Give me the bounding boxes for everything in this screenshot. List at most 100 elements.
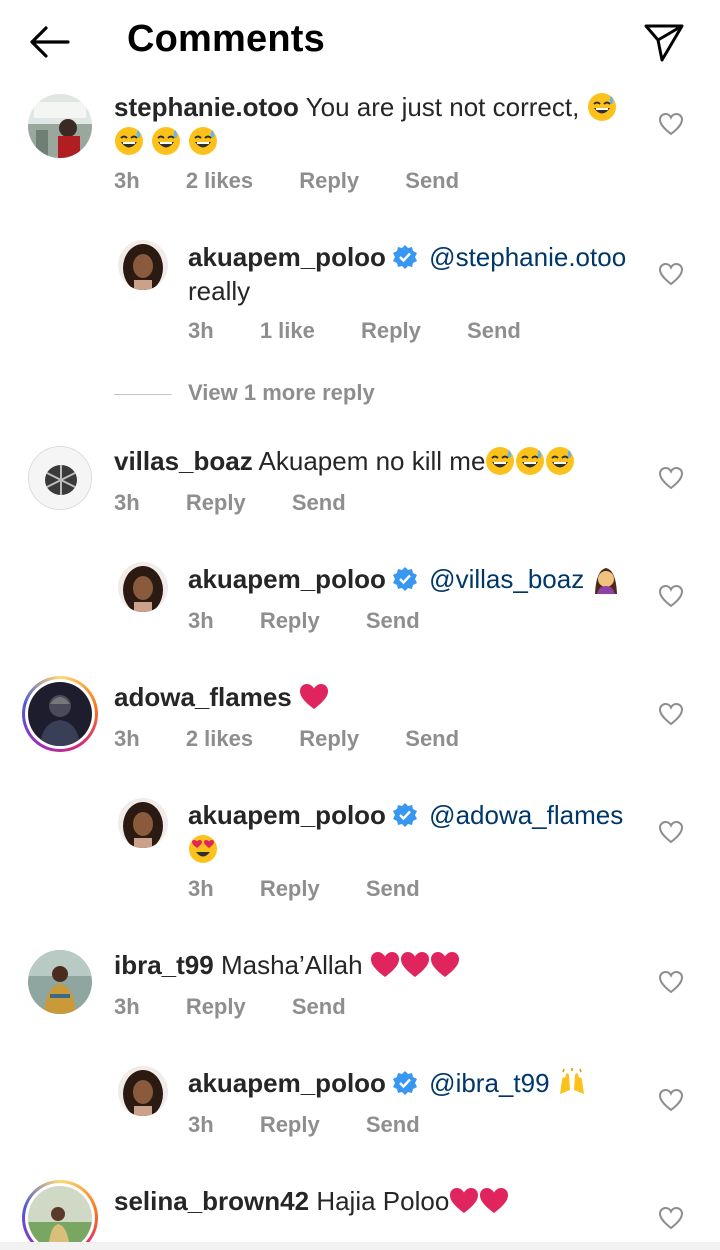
send-button[interactable]: Send: [366, 608, 420, 633]
grin-sweat-emoji: [115, 127, 143, 155]
paper-plane-icon[interactable]: [640, 18, 688, 66]
verified-badge-icon: [392, 567, 417, 591]
avatar[interactable]: [118, 562, 168, 612]
mention-link[interactable]: @stephanie.otoo: [429, 242, 626, 272]
bottom-edge: [0, 1242, 720, 1250]
ring-inner: [25, 1183, 95, 1250]
comment-time: 3h: [114, 994, 140, 1019]
raising-hands-emoji: [559, 1068, 584, 1094]
comment-time: 3h: [188, 318, 214, 343]
send-button[interactable]: Send: [292, 994, 346, 1019]
comment-username[interactable]: ibra_t99: [114, 950, 214, 980]
mention-link[interactable]: @adowa_flames: [429, 800, 623, 830]
reply-button[interactable]: Reply: [186, 994, 246, 1019]
avatar[interactable]: [118, 1066, 168, 1116]
ring-inner: [25, 679, 95, 749]
comment-body: akuapem_poloo @ibra_t99: [188, 1066, 638, 1100]
send-button[interactable]: Send: [292, 490, 346, 515]
comment-time: 3h: [114, 726, 140, 751]
arrow-left-icon[interactable]: [24, 20, 74, 64]
verified-badge-icon: [392, 803, 417, 827]
view-more-label[interactable]: View 1 more reply: [188, 380, 375, 405]
send-button[interactable]: Send: [366, 1112, 420, 1137]
comment-time: 3h: [188, 876, 214, 901]
comment-meta: 3h Reply Send: [188, 1112, 460, 1138]
comment-meta: 3h Reply Send: [114, 994, 386, 1020]
comment-username[interactable]: akuapem_poloo: [188, 564, 386, 594]
red-heart-emoji: [400, 952, 429, 977]
comment-text: Akuapem no kill me: [258, 446, 486, 476]
comment-username[interactable]: adowa_flames: [114, 682, 292, 712]
heart-outline-icon[interactable]: [658, 970, 684, 994]
comment-username[interactable]: akuapem_poloo: [188, 800, 386, 830]
reply-button[interactable]: Reply: [260, 876, 320, 901]
view-more-replies[interactable]: View 1 more reply: [114, 380, 375, 406]
grin-sweat-emoji: [546, 447, 575, 475]
mention-link[interactable]: @ibra_t99: [429, 1068, 549, 1098]
heart-outline-icon[interactable]: [658, 702, 684, 726]
reply-button[interactable]: Reply: [260, 608, 320, 633]
red-heart-emoji: [430, 952, 459, 977]
comment-text: Masha’Allah: [220, 950, 363, 980]
red-heart-emoji: [450, 1188, 479, 1213]
send-button[interactable]: Send: [366, 876, 420, 901]
avatar: [28, 682, 92, 746]
avatar[interactable]: [118, 240, 168, 290]
comment-username[interactable]: akuapem_poloo: [188, 242, 386, 272]
comment-time: 3h: [114, 168, 140, 193]
send-button[interactable]: Send: [467, 318, 521, 343]
reply-button[interactable]: Reply: [186, 490, 246, 515]
likes-count[interactable]: 1 like: [260, 318, 315, 343]
heart-outline-icon[interactable]: [658, 466, 684, 490]
reply-button[interactable]: Reply: [299, 168, 359, 193]
grin-sweat-emoji: [152, 127, 181, 155]
mention-link[interactable]: @villas_boaz: [429, 564, 584, 594]
avatar[interactable]: [28, 94, 92, 158]
comment-meta: 3h 1 like Reply Send: [188, 318, 561, 344]
red-heart-emoji: [480, 1188, 509, 1213]
likes-count[interactable]: 2 likes: [186, 726, 253, 751]
avatar[interactable]: [28, 446, 92, 510]
comment-text: really: [188, 276, 251, 306]
comment-text: Hajia Poloo: [316, 1186, 450, 1216]
red-heart-emoji: [370, 952, 399, 977]
comment-body: adowa_flames: [114, 680, 634, 714]
grin-sweat-emoji: [516, 447, 545, 475]
facepalm-emoji: [595, 568, 618, 594]
comment-body: ibra_t99 Masha’Allah: [114, 948, 634, 982]
story-ring[interactable]: [22, 676, 98, 752]
comment-text: You are just not correct,: [305, 92, 580, 122]
likes-count[interactable]: 2 likes: [186, 168, 253, 193]
grin-sweat-emoji: [189, 127, 218, 155]
comment-username[interactable]: stephanie.otoo: [114, 92, 299, 122]
heart-outline-icon[interactable]: [658, 112, 684, 136]
comment-meta: 3h 2 likes Reply Send: [114, 168, 499, 194]
heart-outline-icon[interactable]: [658, 1088, 684, 1112]
grin-sweat-emoji: [486, 447, 515, 475]
heart-outline-icon[interactable]: [658, 262, 684, 286]
comment-meta: 3h Reply Send: [114, 490, 386, 516]
comment-time: 3h: [188, 1112, 214, 1137]
story-ring[interactable]: [22, 1180, 98, 1250]
reply-button[interactable]: Reply: [299, 726, 359, 751]
comment-meta: 3h 2 likes Reply Send: [114, 726, 499, 752]
send-button[interactable]: Send: [405, 726, 459, 751]
avatar: [28, 1186, 92, 1250]
comment-username[interactable]: villas_boaz: [114, 446, 253, 476]
heart-outline-icon[interactable]: [658, 584, 684, 608]
heart-outline-icon[interactable]: [658, 820, 684, 844]
heart-outline-icon[interactable]: [658, 1206, 684, 1230]
reply-button[interactable]: Reply: [260, 1112, 320, 1137]
send-button[interactable]: Send: [405, 168, 459, 193]
comment-username[interactable]: selina_brown42: [114, 1186, 309, 1216]
avatar[interactable]: [28, 950, 92, 1014]
comment-meta: 3h Reply Send: [188, 608, 460, 634]
header-bar: Comments: [0, 0, 720, 84]
comment-body: akuapem_poloo @adowa_flames: [188, 798, 638, 866]
avatar[interactable]: [118, 798, 168, 848]
reply-button[interactable]: Reply: [361, 318, 421, 343]
comment-username[interactable]: akuapem_poloo: [188, 1068, 386, 1098]
grin-sweat-emoji: [587, 93, 616, 121]
comment-body: stephanie.otoo You are just not correct,: [114, 90, 634, 158]
verified-badge-icon: [392, 1071, 417, 1095]
